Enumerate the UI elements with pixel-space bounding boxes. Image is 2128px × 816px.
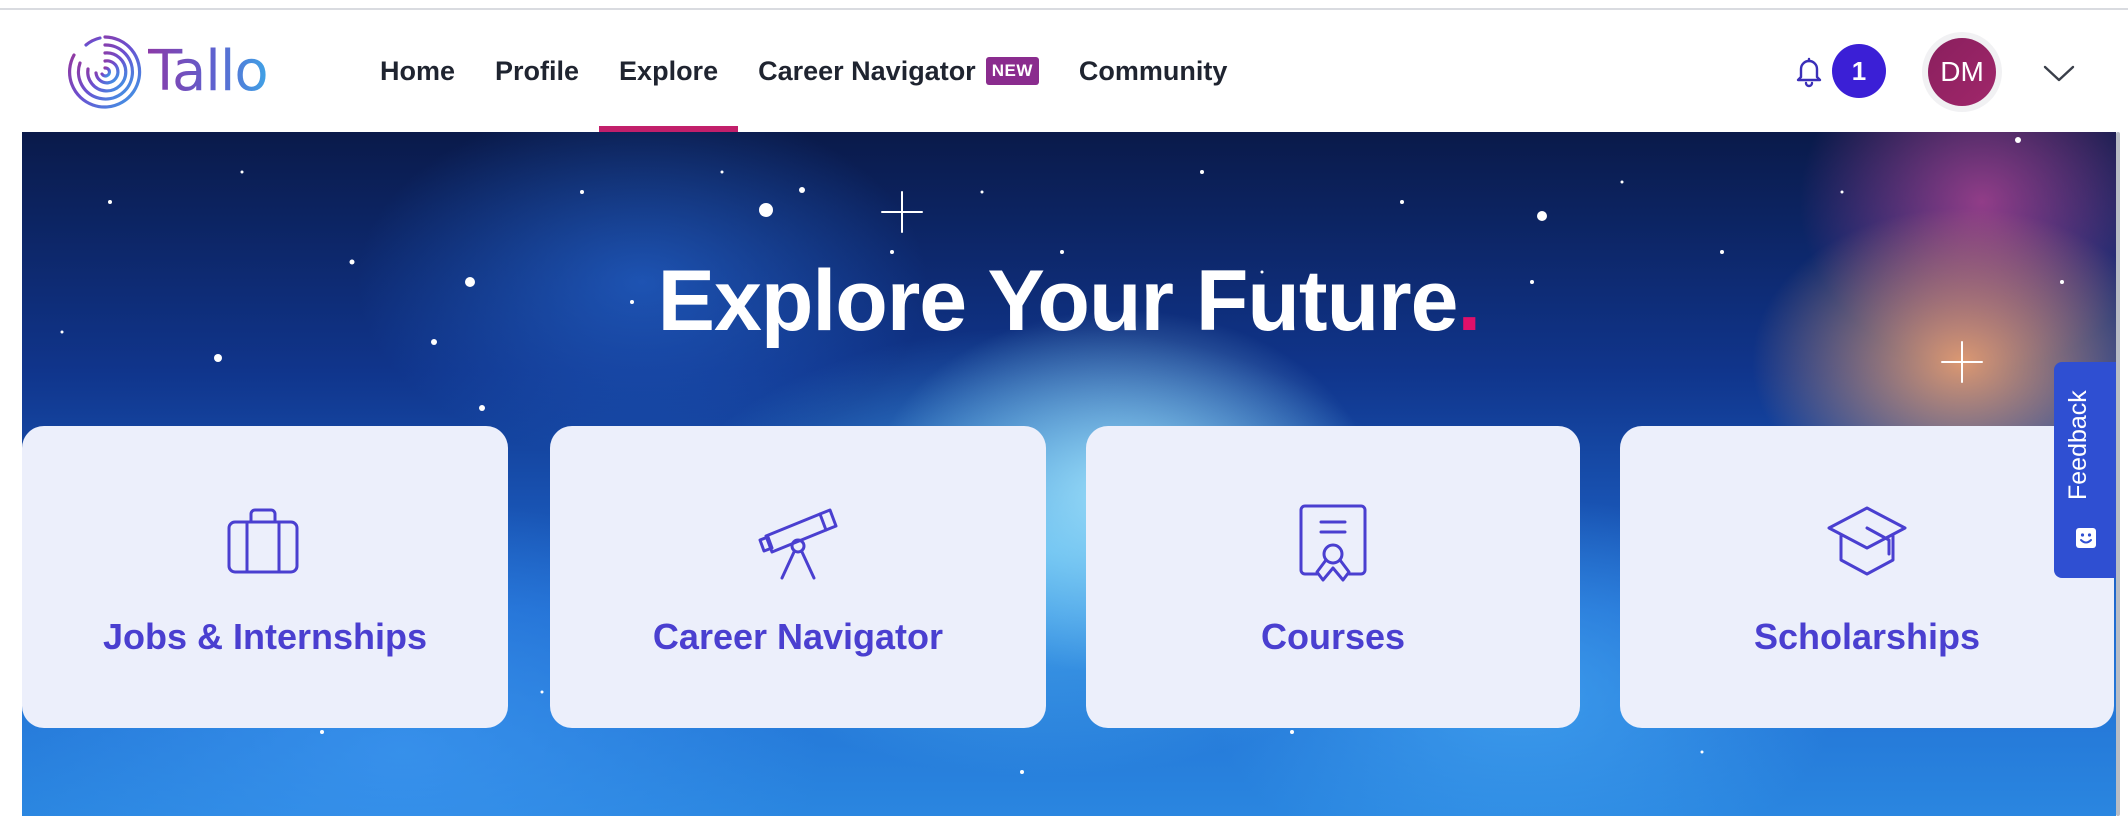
telescope-icon <box>758 508 838 580</box>
nav-explore[interactable]: Explore <box>599 10 739 132</box>
card-career-navigator[interactable]: Career Navigator <box>550 426 1046 728</box>
brand-logo[interactable]: Tallo <box>66 32 269 112</box>
feedback-label: Feedback <box>2064 390 2093 500</box>
new-badge: NEW <box>985 57 1039 85</box>
hero-title-dot: . <box>1457 253 1481 349</box>
certificate-icon <box>1299 504 1367 582</box>
main-nav: Home Profile Explore Career Navigator NE… <box>360 10 1247 132</box>
nav-profile[interactable]: Profile <box>475 10 599 132</box>
briefcase-icon <box>227 508 299 574</box>
card-scholarships[interactable]: Scholarships <box>1620 426 2114 728</box>
fingerprint-logo-icon <box>68 35 142 109</box>
user-avatar[interactable]: DM <box>1928 38 1996 106</box>
chevron-down-icon[interactable] <box>2042 64 2076 84</box>
hero-title: Explore Your Future. <box>22 252 2116 351</box>
nav-home[interactable]: Home <box>360 10 475 132</box>
nav-career-navigator-label: Career Navigator <box>758 55 976 86</box>
hero-title-text: Explore Your Future <box>657 253 1459 349</box>
bell-icon[interactable] <box>1792 54 1826 88</box>
smiley-icon <box>2076 528 2096 548</box>
nav-career-navigator[interactable]: Career Navigator NEW <box>738 10 1059 132</box>
graduation-cap-icon <box>1827 506 1907 576</box>
card-label: Courses <box>1260 616 1406 657</box>
card-label: Scholarships <box>1753 616 1981 657</box>
site-header: Tallo Home Profile Explore Career Naviga… <box>22 10 2116 132</box>
card-label: Career Navigator <box>652 616 944 657</box>
card-label: Jobs & Internships <box>102 616 428 657</box>
nav-community[interactable]: Community <box>1059 10 1248 132</box>
notification-count-badge[interactable]: 1 <box>1832 44 1886 98</box>
brand-name: Tallo <box>148 32 269 112</box>
card-jobs-internships[interactable]: Jobs & Internships <box>22 426 508 728</box>
card-courses[interactable]: Courses <box>1086 426 1580 728</box>
page-scrollbar[interactable] <box>2116 132 2120 816</box>
